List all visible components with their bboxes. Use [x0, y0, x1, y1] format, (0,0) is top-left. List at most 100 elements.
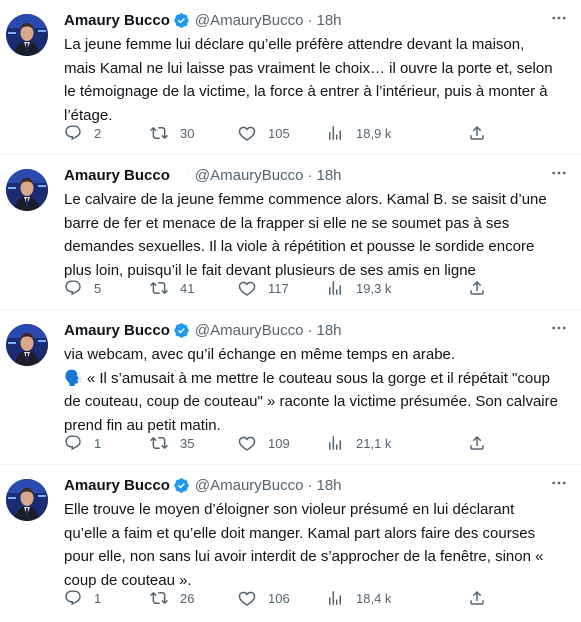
like-button[interactable]: 109: [238, 432, 290, 454]
tweet-header: Amaury Bucco @AmauryBucco · 18h: [64, 320, 541, 340]
author-name[interactable]: Amaury Bucco: [64, 12, 170, 29]
reply-count: 2: [94, 125, 102, 141]
share-button[interactable]: [468, 432, 486, 454]
separator: ·: [307, 11, 313, 29]
retweet-icon: [150, 279, 168, 297]
analytics-icon: [326, 589, 344, 607]
reply-count: 5: [94, 280, 102, 296]
share-icon: [468, 589, 486, 607]
avatar[interactable]: [6, 479, 48, 521]
more-options-icon[interactable]: [547, 163, 571, 183]
share-button[interactable]: [468, 277, 486, 299]
heart-icon: [238, 124, 256, 142]
more-options-icon[interactable]: [547, 318, 571, 338]
views-button[interactable]: 18,9 k: [326, 122, 391, 144]
views-button[interactable]: 18,4 k: [326, 587, 391, 609]
retweet-button[interactable]: 30: [150, 122, 194, 144]
author-handle[interactable]: @AmauryBucco: [195, 12, 304, 29]
retweet-count: 41: [180, 280, 195, 296]
tweet[interactable]: Amaury Bucco @AmauryBucco · 18h Elle tro…: [0, 465, 581, 620]
views-count: 18,4 k: [356, 590, 392, 606]
timestamp[interactable]: 18h: [316, 12, 341, 29]
separator: ·: [307, 321, 313, 339]
retweet-icon: [150, 434, 168, 452]
views-button[interactable]: 21,1 k: [326, 432, 391, 454]
avatar[interactable]: [6, 14, 48, 56]
author-handle[interactable]: @AmauryBucco: [195, 167, 304, 184]
tweet-actions: 5 41 117 19,3 k: [64, 277, 484, 299]
tweet-text: via webcam, avec qu’il échange en même t…: [64, 346, 558, 434]
heart-icon: [238, 589, 256, 607]
verified-badge-icon: [173, 477, 190, 494]
share-icon: [468, 279, 486, 297]
tweet-actions: 1 26 106 18,4 k: [64, 587, 484, 609]
like-button[interactable]: 105: [238, 122, 290, 144]
retweet-button[interactable]: 41: [150, 277, 194, 299]
views-count: 21,1 k: [356, 435, 392, 451]
tweet-text: Le calvaire de la jeune femme commence a…: [64, 191, 547, 279]
verified-badge-icon: [173, 167, 190, 184]
reply-button[interactable]: 5: [64, 277, 101, 299]
tweet-text: La jeune femme lui déclare qu’elle préfè…: [64, 36, 553, 124]
share-button[interactable]: [468, 122, 486, 144]
verified-badge-icon: [173, 12, 190, 29]
views-button[interactable]: 19,3 k: [326, 277, 391, 299]
author-handle[interactable]: @AmauryBucco: [195, 322, 304, 339]
analytics-icon: [326, 124, 344, 142]
verified-badge-icon: [173, 322, 190, 339]
tweet[interactable]: Amaury Bucco @AmauryBucco · 18h Le calva…: [0, 155, 581, 310]
avatar[interactable]: [6, 324, 48, 366]
share-button[interactable]: [468, 587, 486, 609]
tweet-thread: Amaury Bucco @AmauryBucco · 18h La jeune…: [0, 0, 581, 620]
analytics-icon: [326, 279, 344, 297]
reply-icon: [64, 434, 82, 452]
tweet-actions: 2 30 105 18,9 k: [64, 122, 484, 144]
heart-icon: [238, 434, 256, 452]
share-icon: [468, 124, 486, 142]
tweet[interactable]: Amaury Bucco @AmauryBucco · 18h La jeune…: [0, 0, 581, 155]
retweet-count: 26: [180, 590, 195, 606]
retweet-icon: [150, 124, 168, 142]
like-count: 109: [268, 435, 290, 451]
separator: ·: [307, 166, 313, 184]
timestamp[interactable]: 18h: [316, 477, 341, 494]
retweet-icon: [150, 589, 168, 607]
tweet-text: Elle trouve le moyen d’éloigner son viol…: [64, 501, 544, 589]
reply-count: 1: [94, 435, 102, 451]
timestamp[interactable]: 18h: [316, 322, 341, 339]
views-count: 19,3 k: [356, 280, 392, 296]
reply-button[interactable]: 2: [64, 122, 101, 144]
retweet-button[interactable]: 26: [150, 587, 194, 609]
heart-icon: [238, 279, 256, 297]
like-button[interactable]: 117: [238, 277, 289, 299]
retweet-count: 30: [180, 125, 195, 141]
tweet-header: Amaury Bucco @AmauryBucco · 18h: [64, 475, 541, 495]
author-name[interactable]: Amaury Bucco: [64, 322, 170, 339]
tweet-actions: 1 35 109 21,1 k: [64, 432, 484, 454]
reply-icon: [64, 589, 82, 607]
views-count: 18,9 k: [356, 125, 392, 141]
more-options-icon[interactable]: [547, 8, 571, 28]
tweet[interactable]: Amaury Bucco @AmauryBucco · 18h via webc…: [0, 310, 581, 465]
reply-button[interactable]: 1: [64, 432, 101, 454]
reply-icon: [64, 279, 82, 297]
reply-count: 1: [94, 590, 102, 606]
like-count: 105: [268, 125, 290, 141]
retweet-count: 35: [180, 435, 195, 451]
like-button[interactable]: 106: [238, 587, 290, 609]
share-icon: [468, 434, 486, 452]
analytics-icon: [326, 434, 344, 452]
reply-icon: [64, 124, 82, 142]
more-options-icon[interactable]: [547, 473, 571, 493]
avatar[interactable]: [6, 169, 48, 211]
timestamp[interactable]: 18h: [316, 167, 341, 184]
like-count: 106: [268, 590, 290, 606]
tweet-header: Amaury Bucco @AmauryBucco · 18h: [64, 165, 541, 185]
separator: ·: [307, 476, 313, 494]
author-handle[interactable]: @AmauryBucco: [195, 477, 304, 494]
author-name[interactable]: Amaury Bucco: [64, 477, 170, 494]
retweet-button[interactable]: 35: [150, 432, 194, 454]
author-name[interactable]: Amaury Bucco: [64, 167, 170, 184]
tweet-header: Amaury Bucco @AmauryBucco · 18h: [64, 10, 541, 30]
reply-button[interactable]: 1: [64, 587, 101, 609]
